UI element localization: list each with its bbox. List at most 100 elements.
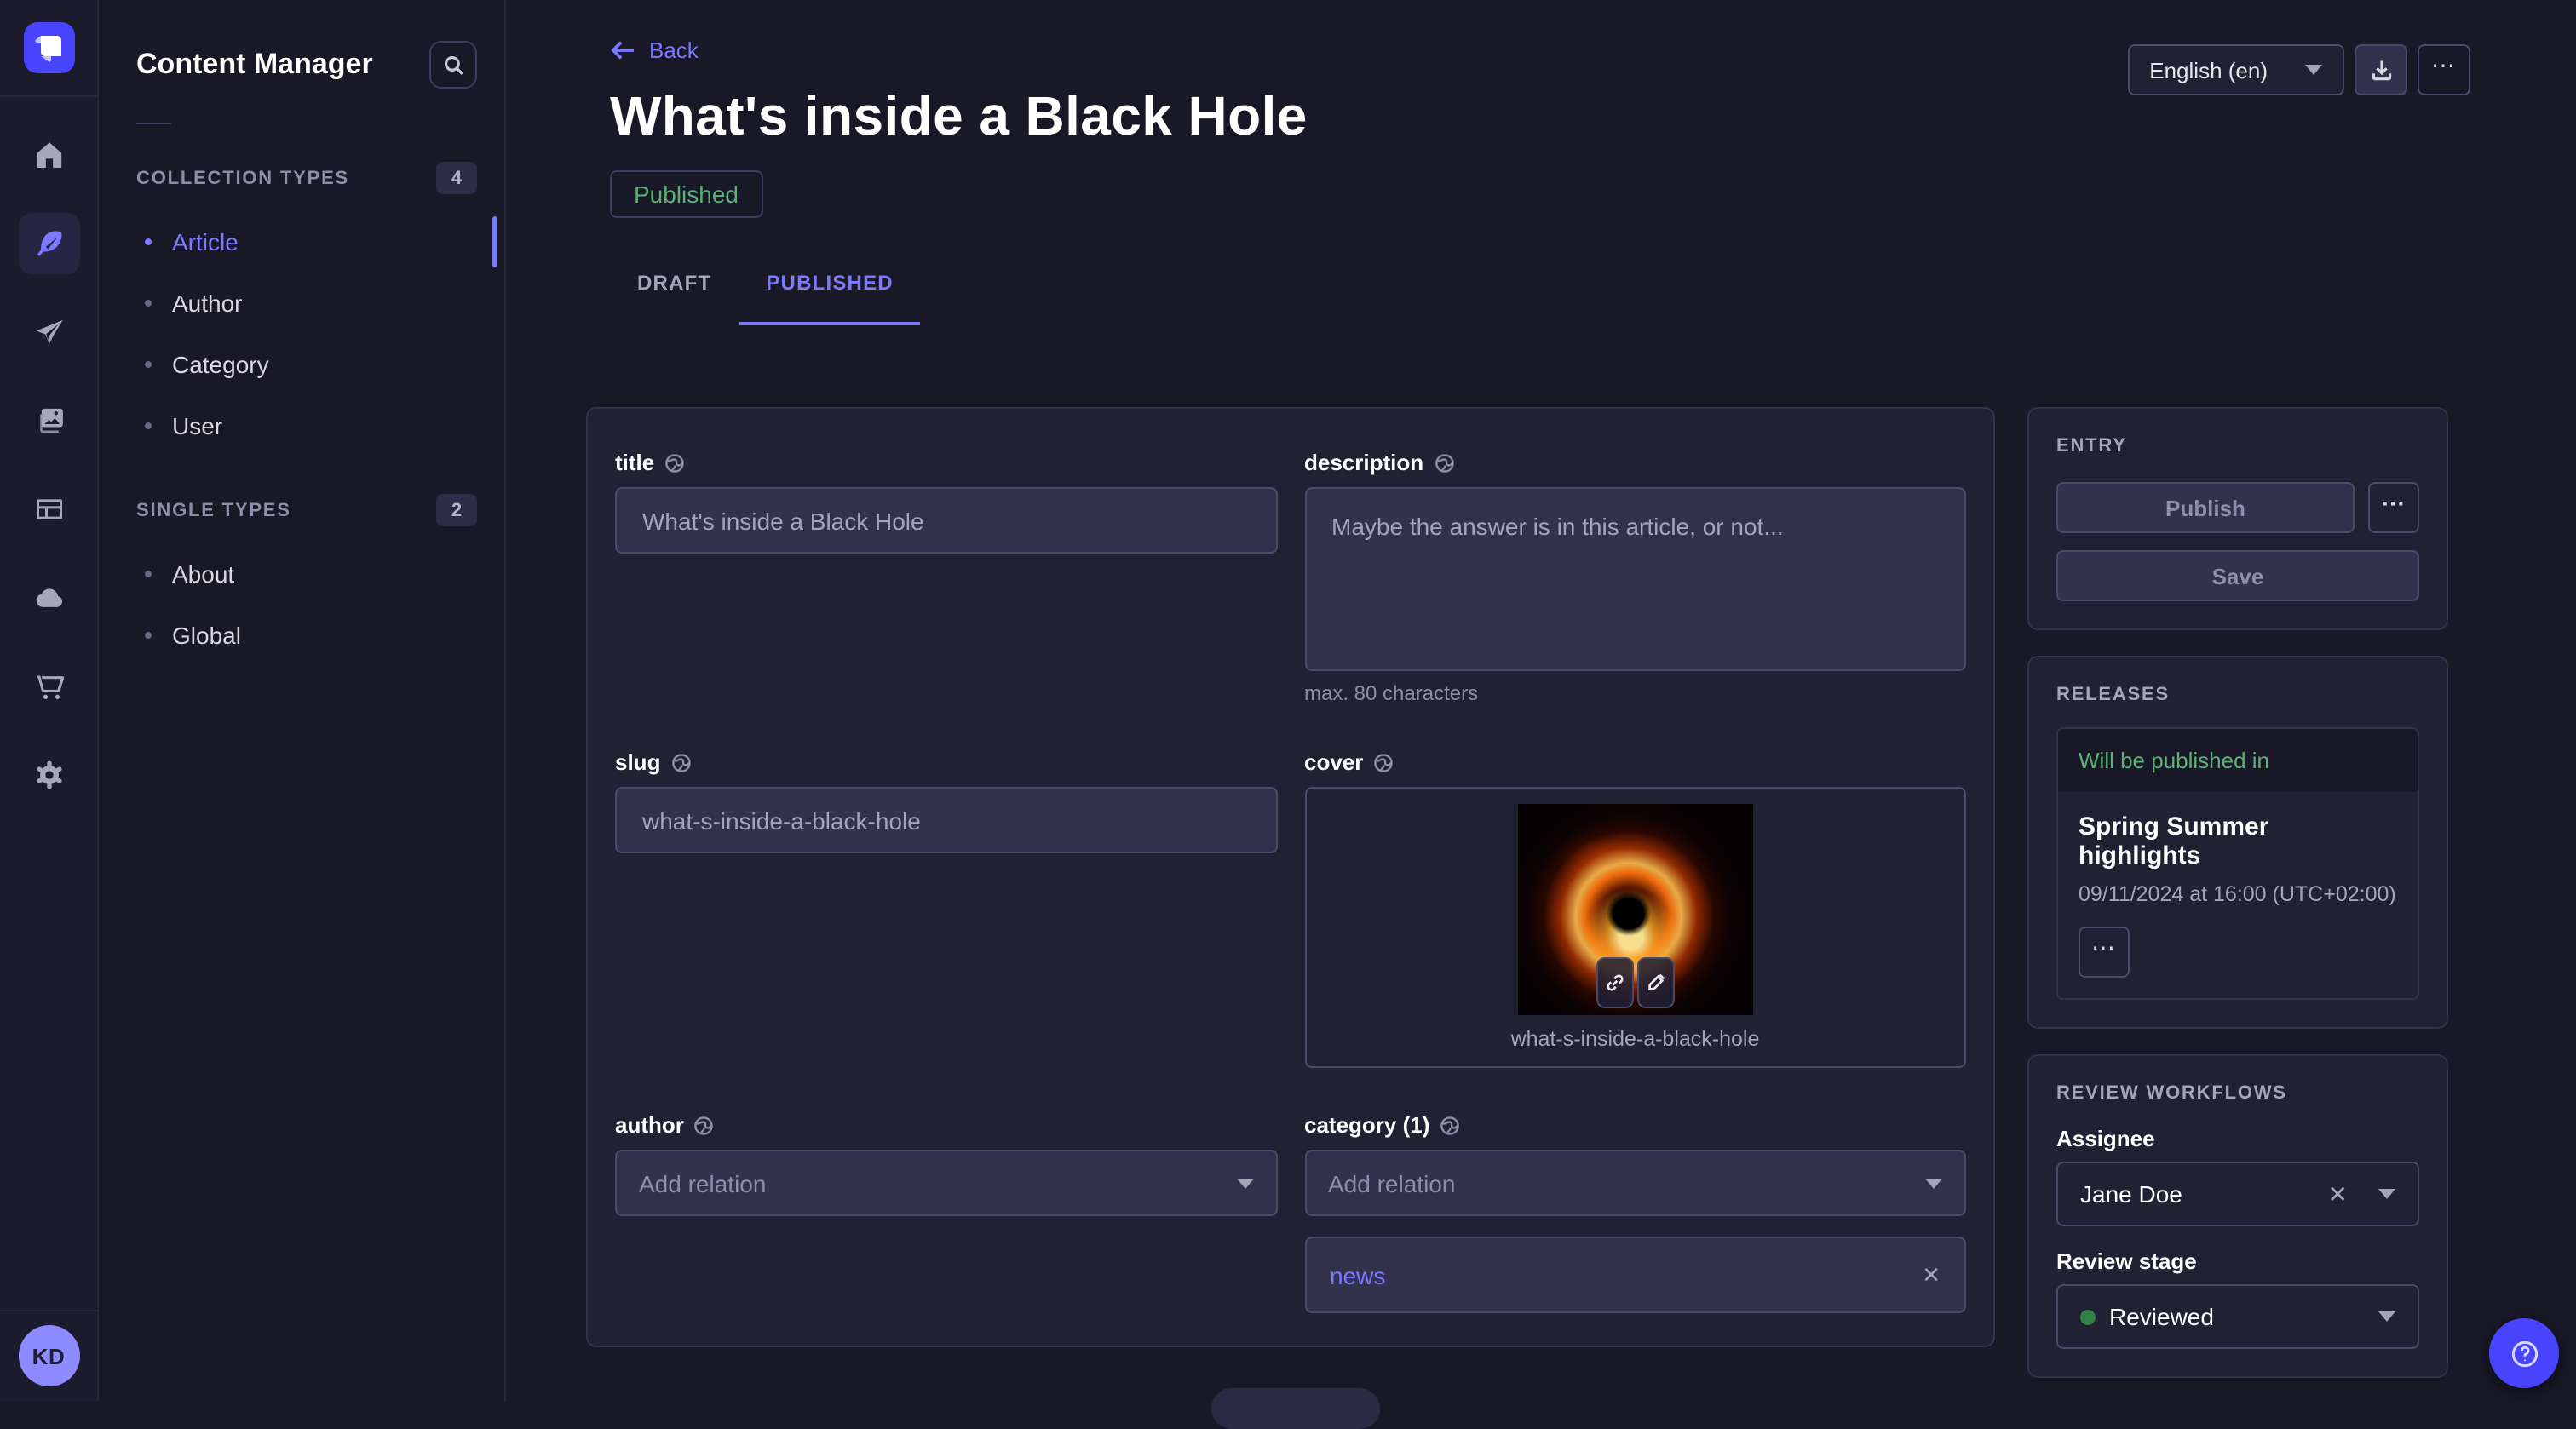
collection-types-section: COLLECTION TYPES 4 Article Author Catego… <box>99 162 504 456</box>
entry-more-button[interactable]: ⋯ <box>2368 482 2419 533</box>
sidebar-item-global[interactable]: Global <box>99 605 504 666</box>
strapi-logo-icon <box>23 22 74 73</box>
bullet-icon <box>145 632 152 639</box>
author-field-label: author <box>615 1112 684 1138</box>
bullet-icon <box>145 361 152 368</box>
cover-media-card: what-s-inside-a-black-hole <box>1304 787 1966 1068</box>
release-card: Will be published in Spring Summer highl… <box>2056 727 2419 1000</box>
globe-icon <box>1434 452 1454 473</box>
tab-draft[interactable]: DRAFT <box>610 254 739 312</box>
review-workflows-panel: REVIEW WORKFLOWS Assignee Jane Doe ✕ Rev… <box>2027 1054 2448 1378</box>
review-stage-select[interactable]: Reviewed <box>2056 1284 2419 1349</box>
home-icon[interactable] <box>18 124 79 186</box>
chevron-down-icon <box>2305 65 2322 75</box>
copy-link-button[interactable] <box>1596 957 1634 1008</box>
ellipsis-icon: ⋯ <box>2091 935 2117 969</box>
remove-relation-icon[interactable]: ✕ <box>1922 1264 1941 1286</box>
ellipsis-icon: ⋯ <box>2431 53 2457 87</box>
help-button[interactable] <box>2489 1318 2559 1388</box>
rail-footer: KD <box>0 1310 98 1402</box>
content-manager-sidebar: Content Manager COLLECTION TYPES 4 Artic… <box>99 0 506 1402</box>
rail-divider <box>0 95 98 97</box>
field-author: author Add relation <box>615 1112 1277 1313</box>
locale-select[interactable]: English (en) <box>2127 44 2344 95</box>
sidebar-item-article[interactable]: Article <box>99 211 504 273</box>
release-more-button[interactable]: ⋯ <box>2079 927 2130 978</box>
field-cover: cover <box>1304 749 1966 1068</box>
tab-published[interactable]: PUBLISHED <box>739 254 921 312</box>
relation-item-news: news ✕ <box>1304 1237 1966 1313</box>
edit-image-button[interactable] <box>1637 957 1675 1008</box>
category-field-label: category (1) <box>1304 1112 1429 1138</box>
status-badge: Published <box>610 170 762 218</box>
sidebar-item-user[interactable]: User <box>99 395 504 456</box>
globe-icon <box>1440 1115 1460 1135</box>
category-relation-combobox[interactable]: Add relation <box>1304 1150 1966 1216</box>
bullet-icon <box>145 300 152 307</box>
edit-view: Back English (en) ⋯ What's inside a Blac… <box>506 0 2576 1402</box>
media-library-icon[interactable] <box>18 390 79 451</box>
review-stage-label: Review stage <box>2056 1248 2419 1274</box>
content-type-builder-icon[interactable] <box>18 479 79 540</box>
deploy-cloud-icon[interactable] <box>18 567 79 628</box>
title-input[interactable] <box>615 487 1277 554</box>
clear-assignee-icon[interactable]: ✕ <box>2328 1182 2348 1206</box>
sidebar-item-category[interactable]: Category <box>99 334 504 395</box>
help-icon <box>2507 1336 2541 1370</box>
bullet-icon <box>145 422 152 429</box>
single-types-section: SINGLE TYPES 2 About Global <box>99 494 504 666</box>
search-icon <box>442 54 464 76</box>
collection-types-count-badge: 4 <box>436 162 477 194</box>
arrow-left-icon <box>610 39 635 61</box>
marketplace-icon[interactable] <box>18 656 79 717</box>
cover-field-label: cover <box>1304 749 1363 775</box>
chevron-down-icon <box>2378 1311 2395 1322</box>
download-button[interactable] <box>2355 44 2407 95</box>
single-types-count-badge: 2 <box>436 494 477 526</box>
header-more-button[interactable]: ⋯ <box>2418 44 2470 95</box>
search-button[interactable] <box>429 41 477 89</box>
cover-filename: what-s-inside-a-black-hole <box>1306 1027 1964 1051</box>
description-field-label: description <box>1304 450 1423 475</box>
single-types-heading: SINGLE TYPES <box>136 500 291 520</box>
globe-icon <box>694 1115 715 1135</box>
assignee-select[interactable]: Jane Doe ✕ <box>2056 1162 2419 1226</box>
pencil-icon <box>1646 973 1666 993</box>
globe-icon <box>1373 752 1394 772</box>
sidebar-item-author[interactable]: Author <box>99 273 504 334</box>
entry-form-card: title description Maybe the answe <box>586 407 1995 1347</box>
globe-icon <box>670 752 691 772</box>
sidebar-title: Content Manager <box>136 48 373 82</box>
releases-panel-title: RELEASES <box>2056 685 2419 705</box>
save-button[interactable]: Save <box>2056 550 2419 601</box>
version-tabs: DRAFT PUBLISHED <box>610 254 2470 312</box>
download-icon <box>2369 58 2393 82</box>
release-date: 09/11/2024 at 16:00 (UTC+02:00) <box>2079 882 2397 906</box>
side-panels: ENTRY Publish ⋯ Save RELEASES Will be pu… <box>2027 407 2448 1378</box>
relation-link[interactable]: news <box>1330 1261 1385 1288</box>
releases-icon[interactable] <box>18 301 79 363</box>
author-relation-combobox[interactable]: Add relation <box>615 1150 1277 1216</box>
content-manager-icon[interactable] <box>18 213 79 274</box>
sidebar-item-about[interactable]: About <box>99 543 504 605</box>
active-item-indicator <box>492 216 497 267</box>
slug-field-label: slug <box>615 749 660 775</box>
settings-gear-icon[interactable] <box>18 744 79 806</box>
field-description: description Maybe the answer is in this … <box>1304 450 1966 705</box>
bullet-icon <box>145 571 152 577</box>
user-avatar[interactable]: KD <box>18 1325 79 1386</box>
entry-panel-title: ENTRY <box>2056 436 2419 456</box>
chevron-down-icon <box>1236 1178 1253 1188</box>
stage-status-dot <box>2080 1309 2096 1324</box>
releases-panel: RELEASES Will be published in Spring Sum… <box>2027 656 2448 1029</box>
entry-panel: ENTRY Publish ⋯ Save <box>2027 407 2448 630</box>
back-link[interactable]: Back <box>610 37 699 63</box>
description-hint: max. 80 characters <box>1304 681 1966 705</box>
description-textarea[interactable]: Maybe the answer is in this article, or … <box>1304 487 1966 671</box>
publish-button[interactable]: Publish <box>2056 482 2355 533</box>
link-icon <box>1605 973 1625 993</box>
dynamic-zone-peek-button[interactable] <box>1211 1388 1380 1429</box>
strapi-logo[interactable] <box>23 22 74 73</box>
slug-input[interactable] <box>615 787 1277 853</box>
strapi-admin: KD Content Manager COLLECTION TYPES 4 Ar… <box>0 0 2576 1402</box>
